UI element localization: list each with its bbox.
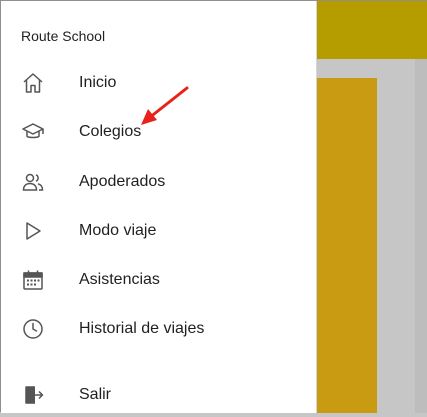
menu-item-label: Apoderados — [79, 173, 166, 190]
menu-item-label: Historial de viajes — [79, 320, 205, 337]
menu-item-label: Colegios — [79, 123, 142, 140]
menu-item-apoderados[interactable]: Apoderados — [1, 160, 317, 204]
menu-item-label: Modo viaje — [79, 222, 157, 239]
play-icon — [21, 219, 45, 243]
annotation-arrow-icon — [141, 86, 189, 125]
menu-item-modo-viaje[interactable]: Modo viaje — [1, 209, 317, 253]
people-icon — [21, 170, 45, 194]
menu-item-salir[interactable]: Salir — [1, 373, 317, 417]
school-icon — [21, 120, 45, 144]
logout-icon — [21, 383, 45, 407]
menu-item-label: Inicio — [79, 74, 117, 91]
drawer-title: Route School — [21, 28, 106, 44]
menu-item-label: Asistencias — [79, 271, 160, 288]
background-scroll-strip — [415, 59, 427, 413]
navigation-drawer: Route School Inicio Colegios Apoderados … — [1, 1, 317, 413]
home-icon — [21, 71, 45, 95]
menu-item-label: Salir — [79, 386, 112, 403]
clock-icon — [21, 317, 45, 341]
menu-item-asistencias[interactable]: Asistencias — [1, 258, 317, 302]
window-frame: Route School Inicio Colegios Apoderados … — [0, 0, 427, 413]
menu-item-historial-de-viajes[interactable]: Historial de viajes — [1, 307, 317, 351]
calendar-icon — [21, 268, 45, 292]
